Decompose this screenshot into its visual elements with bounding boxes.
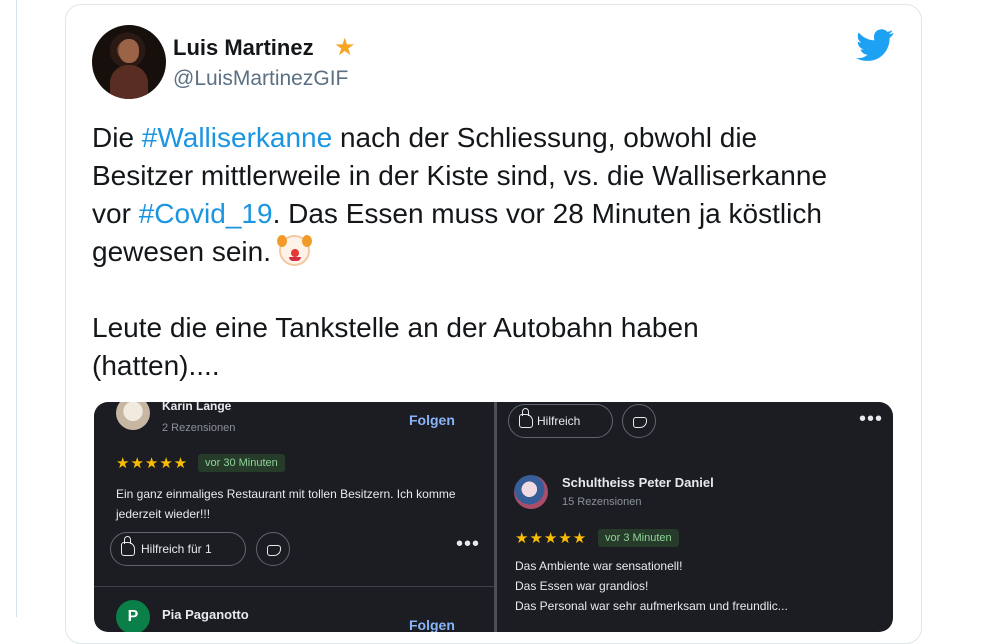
clown-nose [290,249,299,257]
star-icon: ★ [334,34,356,61]
twitter-bird-icon[interactable] [856,29,894,61]
reviewer-avatar: P [116,600,150,632]
avatar-body [110,65,148,99]
rating-stars: ★★★★★ [116,455,189,472]
follow-button[interactable]: Folgen [409,412,455,428]
author-handle[interactable]: @LuisMartinezGIF [173,67,348,91]
hashtag-covid-19[interactable]: #Covid_19 [139,198,273,229]
thumbs-down-icon [633,417,647,428]
review-time-badge: vor 30 Minuten [198,454,285,472]
review-text: Ein ganz einmaliges Restaurant mit tolle… [116,487,456,521]
helpful-button[interactable]: Hilfreich für 1 [110,532,246,566]
reviewer-avatar [514,475,548,509]
reviewer-name: Karin Lange [162,402,232,413]
review-divider [94,586,494,587]
review-time-badge: vor 3 Minuten [598,529,679,547]
thumbs-down-icon [267,545,281,556]
page-left-rule [16,0,17,617]
tweet-text: Die #Walliserkanne nach der Schliessung,… [92,119,892,385]
tweet-media-screenshot[interactable]: Karin Lange 2 Rezensionen Folgen ★★★★★ v… [94,402,893,632]
rating-stars: ★★★★★ [515,530,588,547]
not-helpful-button[interactable] [256,532,290,566]
author-display-name[interactable]: Luis Martinez [173,35,314,61]
reviewer-review-count: 15 Rezensionen [562,496,642,508]
reviewer-avatar [116,402,150,430]
media-panel-divider [494,402,497,632]
helpful-label: Hilfreich [537,414,581,428]
tweet-text-part: Die [92,122,142,153]
helpful-button[interactable]: Hilfreich [508,404,613,438]
reviewer-name: Schultheiss Peter Daniel [562,475,714,490]
more-options-icon[interactable]: ••• [859,408,883,431]
review-text: Das Ambiente war sensationell! Das Essen… [515,559,788,613]
more-options-icon[interactable]: ••• [456,533,480,556]
clown-face-icon [276,235,312,266]
thumbs-up-icon [121,536,135,556]
thumbs-up-icon [519,408,533,428]
clown-mouth [288,257,301,261]
not-helpful-button[interactable] [622,404,656,438]
author-avatar[interactable] [92,25,166,99]
reviewer-name: Pia Paganotto [162,607,249,622]
follow-button[interactable]: Folgen [409,617,455,632]
avatar-face [119,39,139,63]
tweet-card[interactable]: Luis Martinez ★ @LuisMartinezGIF Die #Wa… [65,4,922,644]
reviewer-review-count: 2 Rezensionen [162,422,236,434]
hashtag-walliserkanne[interactable]: #Walliserkanne [142,122,332,153]
tweet-text-part: Leute die eine Tankstelle an der Autobah… [92,312,699,381]
helpful-label: Hilfreich für 1 [141,542,212,556]
